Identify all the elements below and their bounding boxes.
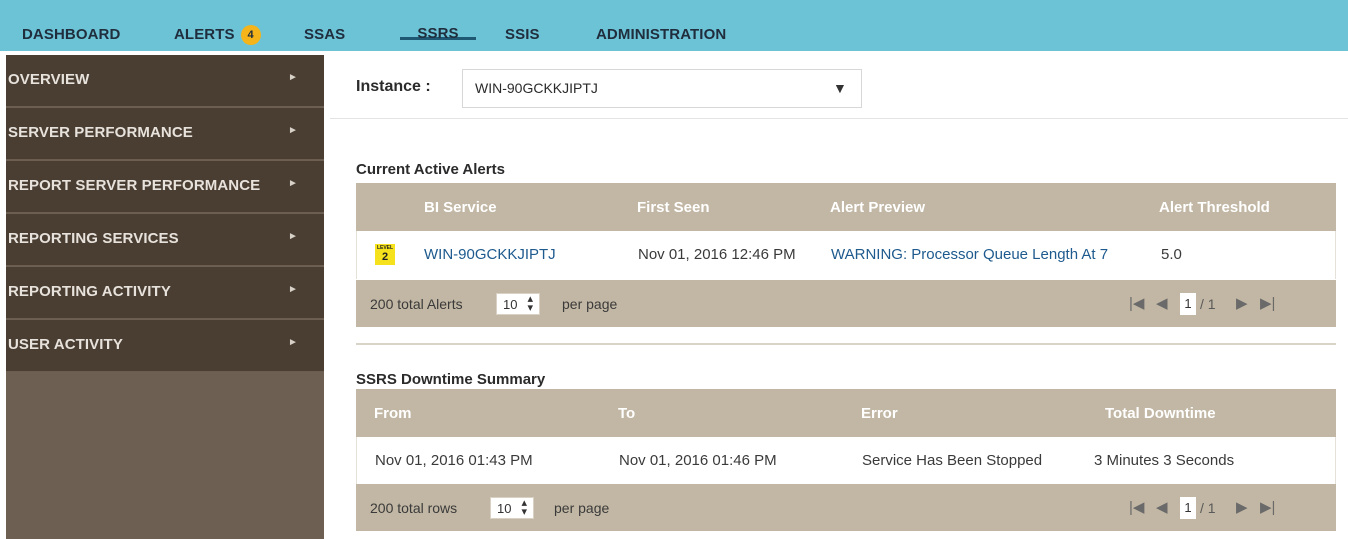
tab-ssas[interactable]: SSAS [304, 0, 345, 51]
downtime-error: Service Has Been Stopped [862, 452, 1043, 469]
alert-level-number: 2 [381, 251, 389, 263]
tab-alerts-label: ALERTS [174, 26, 235, 43]
sidebar-item-label: REPORT SERVER PERFORMANCE [8, 177, 261, 194]
tab-ssrs-label: SSRS [400, 0, 476, 42]
spinner-icon: ▴ ▾ [527, 293, 533, 314]
next-page-icon[interactable]: ▶ [1236, 294, 1248, 312]
column-header-alert-preview[interactable]: Alert Preview [830, 199, 925, 216]
next-page-icon[interactable]: ▶ [1236, 498, 1248, 516]
alerts-pager: 200 total Alerts 10 ▴ ▾ per page |◀ ◀ 1 /… [356, 280, 1336, 327]
column-header-bi-service[interactable]: BI Service [424, 199, 497, 216]
instance-select[interactable]: WIN-90GCKKJIPTJ ▼ [462, 69, 862, 108]
table-row: LEVEL 2 WIN-90GCKKJIPTJ Nov 01, 2016 12:… [356, 231, 1336, 279]
chevron-right-icon: ► [288, 337, 298, 348]
last-page-icon[interactable]: ▶| [1260, 498, 1275, 516]
tab-dashboard-label: DASHBOARD [22, 26, 121, 43]
tab-dashboard[interactable]: DASHBOARD [22, 0, 120, 51]
tab-alerts[interactable]: ALERTS 4 [174, 0, 261, 51]
alert-preview-link[interactable]: WARNING: Processor Queue Length At 7 [831, 246, 1108, 263]
downtime-page-size-stepper[interactable]: 10 ▴ ▾ [490, 497, 534, 519]
alerts-page-size-stepper[interactable]: 10 ▴ ▾ [496, 293, 540, 315]
column-header-error[interactable]: Error [861, 405, 898, 422]
column-header-alert-threshold[interactable]: Alert Threshold [1159, 199, 1270, 216]
column-header-total-downtime[interactable]: Total Downtime [1105, 405, 1216, 422]
column-header-first-seen[interactable]: First Seen [637, 199, 710, 216]
per-page-label: per page [562, 296, 618, 312]
alert-threshold: 5.0 [1161, 246, 1182, 263]
sidebar-item-user-activity[interactable]: USER ACTIVITY ► [6, 320, 324, 372]
column-header-to[interactable]: To [618, 405, 635, 422]
sidebar-item-label: USER ACTIVITY [8, 336, 123, 353]
tab-ssrs[interactable]: SSRS [400, 0, 476, 51]
sidebar-item-server-performance[interactable]: SERVER PERFORMANCE ► [6, 108, 324, 160]
downtime-pager: 200 total rows 10 ▴ ▾ per page |◀ ◀ 1 / 1… [356, 484, 1336, 531]
top-nav: DASHBOARD ALERTS 4 SSAS SSRS SSIS ADMINIS… [0, 0, 1348, 55]
first-page-icon[interactable]: |◀ [1129, 294, 1144, 312]
tab-ssis-label: SSIS [505, 26, 540, 43]
tab-ssas-label: SSAS [304, 26, 346, 43]
sidebar-item-label: OVERVIEW [8, 71, 90, 88]
per-page-label: per page [554, 500, 610, 516]
sidebar-item-reporting-services[interactable]: REPORTING SERVICES ► [6, 214, 324, 266]
column-header-from[interactable]: From [374, 405, 412, 422]
sidebar-item-label: SERVER PERFORMANCE [8, 124, 193, 141]
divider [356, 343, 1336, 345]
chevron-right-icon: ► [288, 231, 298, 242]
downtime-total-count: 200 total rows [370, 500, 458, 516]
divider [330, 118, 1348, 119]
alerts-total-count: 200 total Alerts [370, 296, 463, 312]
chevron-right-icon: ► [288, 125, 298, 136]
prev-page-icon[interactable]: ◀ [1156, 294, 1168, 312]
sidebar-item-overview[interactable]: OVERVIEW ► [6, 55, 324, 107]
tab-administration-label: ADMINISTRATION [596, 26, 727, 43]
alert-bi-service-link[interactable]: WIN-90GCKKJIPTJ [424, 246, 556, 263]
downtime-to: Nov 01, 2016 01:46 PM [619, 452, 777, 469]
tab-administration[interactable]: ADMINISTRATION [596, 0, 726, 51]
first-page-icon[interactable]: |◀ [1129, 498, 1144, 516]
sidebar-item-label: REPORTING SERVICES [8, 230, 179, 247]
alerts-section-title: Current Active Alerts [356, 161, 505, 178]
sidebar: OVERVIEW ► SERVER PERFORMANCE ► REPORT S… [6, 55, 324, 539]
sidebar-item-report-server-performance[interactable]: REPORT SERVER PERFORMANCE ► [6, 161, 324, 213]
current-page-input[interactable]: 1 [1180, 497, 1196, 519]
alert-first-seen: Nov 01, 2016 12:46 PM [638, 246, 796, 263]
alert-level-badge: LEVEL 2 [375, 244, 395, 265]
prev-page-icon[interactable]: ◀ [1156, 498, 1168, 516]
chevron-down-icon: ▼ [833, 80, 847, 96]
sidebar-item-label: REPORTING ACTIVITY [8, 283, 171, 300]
page-size-value: 10 [503, 297, 518, 312]
page-size-value: 10 [497, 501, 512, 516]
chevron-right-icon: ► [288, 284, 298, 295]
sidebar-item-reporting-activity[interactable]: REPORTING ACTIVITY ► [6, 267, 324, 319]
chevron-right-icon: ► [288, 72, 298, 83]
tab-ssis[interactable]: SSIS [505, 0, 540, 51]
downtime-section-title: SSRS Downtime Summary [356, 371, 546, 388]
current-page-input[interactable]: 1 [1180, 293, 1196, 315]
instance-value: WIN-90GCKKJIPTJ [475, 80, 598, 96]
alerts-count-badge: 4 [240, 25, 261, 45]
table-row: Nov 01, 2016 01:43 PM Nov 01, 2016 01:46… [356, 437, 1336, 485]
downtime-from: Nov 01, 2016 01:43 PM [375, 452, 533, 469]
chevron-right-icon: ► [288, 178, 298, 189]
downtime-table-header: From To Error Total Downtime [356, 389, 1336, 437]
page-count: / 1 [1200, 500, 1216, 516]
downtime-total: 3 Minutes 3 Seconds [1094, 452, 1235, 469]
spinner-icon: ▴ ▾ [521, 497, 527, 518]
page-count: / 1 [1200, 296, 1216, 312]
alerts-table-header: BI Service First Seen Alert Preview Aler… [356, 183, 1336, 231]
instance-label: Instance : [356, 78, 431, 95]
last-page-icon[interactable]: ▶| [1260, 294, 1275, 312]
